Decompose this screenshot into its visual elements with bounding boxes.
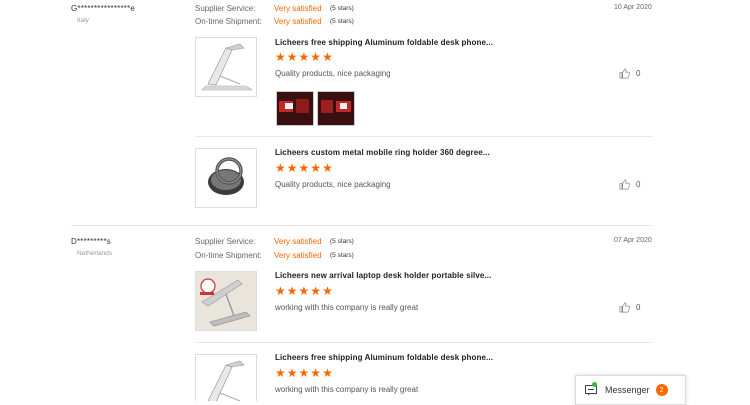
star-icon: ★ [298, 366, 310, 380]
messenger-button[interactable]: Messenger 2 [575, 375, 686, 405]
ring-holder-image [196, 149, 256, 207]
product-rating-stars: ★ ★ ★ ★ ★ [275, 367, 333, 379]
review-photo-image [277, 92, 313, 125]
like-count: 0 [636, 180, 641, 189]
buyer-name: G****************e [71, 4, 136, 13]
review-comment: Quality products, nice packaging [275, 180, 391, 189]
on-time-shipment-value: Very satisfied [274, 17, 322, 26]
star-icon: ★ [310, 50, 322, 64]
review-divider [71, 225, 653, 226]
star-icon: ★ [322, 366, 333, 380]
star-icon: ★ [322, 284, 333, 298]
star-icon: ★ [275, 50, 286, 64]
divider [195, 342, 653, 343]
star-icon: ★ [275, 366, 286, 380]
review-comment: working with this company is really grea… [275, 385, 419, 394]
online-indicator [592, 381, 597, 387]
product-rating-stars: ★ ★ ★ ★ ★ [275, 162, 333, 174]
star-icon: ★ [310, 366, 322, 380]
star-icon: ★ [310, 284, 322, 298]
product-thumbnail[interactable] [195, 354, 257, 401]
like-count: 0 [636, 69, 641, 78]
review-date: 07 Apr 2020 [614, 237, 652, 244]
supplier-service-label: Supplier Service: [195, 4, 256, 13]
star-icon: ★ [275, 161, 286, 175]
product-title[interactable]: Licheers free shipping Aluminum foldable… [275, 38, 493, 47]
supplier-service-value: Very satisfied [274, 4, 322, 13]
product-thumbnail[interactable] [195, 271, 257, 331]
product-thumbnail[interactable] [195, 37, 257, 97]
like-count: 0 [636, 303, 641, 312]
star-icon: ★ [286, 366, 298, 380]
buyer-country: Italy [77, 17, 89, 24]
divider [195, 136, 653, 137]
supplier-service-stars: (5 stars) [330, 238, 354, 245]
star-icon: ★ [298, 284, 310, 298]
laptop-stand-image [196, 272, 256, 330]
product-rating-stars: ★ ★ ★ ★ ★ [275, 285, 333, 297]
star-icon: ★ [275, 284, 286, 298]
star-icon: ★ [286, 284, 298, 298]
thumbs-up-icon [619, 302, 630, 313]
messenger-label: Messenger [605, 385, 650, 395]
supplier-service-stars: (5 stars) [330, 5, 354, 12]
buyer-country: Netherlands [77, 250, 113, 257]
chat-icon [585, 381, 597, 396]
product-thumbnail[interactable] [195, 148, 257, 208]
star-icon: ★ [322, 161, 333, 175]
product-rating-stars: ★ ★ ★ ★ ★ [275, 51, 333, 63]
on-time-shipment-stars: (5 stars) [330, 252, 354, 259]
review-photo[interactable] [317, 91, 355, 126]
buyer-name: D*********s [71, 237, 111, 246]
like-button[interactable]: 0 [619, 302, 640, 313]
product-title[interactable]: Licheers new arrival laptop desk holder … [275, 271, 491, 280]
thumbs-up-icon [619, 68, 630, 79]
supplier-service-label: Supplier Service: [195, 237, 256, 246]
supplier-service-value: Very satisfied [274, 237, 322, 246]
review-photo-image [318, 92, 354, 125]
review-comment: working with this company is really grea… [275, 303, 419, 312]
review-photo[interactable] [276, 91, 314, 126]
star-icon: ★ [286, 161, 298, 175]
star-icon: ★ [298, 161, 310, 175]
like-button[interactable]: 0 [619, 68, 640, 79]
on-time-shipment-label: On-time Shipment: [195, 251, 262, 260]
review-date: 10 Apr 2020 [614, 4, 652, 11]
unread-badge: 2 [655, 384, 668, 396]
folding-phone-stand-image [196, 355, 256, 401]
star-icon: ★ [322, 50, 333, 64]
like-button[interactable]: 0 [619, 179, 640, 190]
on-time-shipment-stars: (5 stars) [330, 18, 354, 25]
on-time-shipment-label: On-time Shipment: [195, 17, 262, 26]
on-time-shipment-value: Very satisfied [274, 251, 322, 260]
folding-phone-stand-image [196, 38, 256, 96]
thumbs-up-icon [619, 179, 630, 190]
star-icon: ★ [286, 50, 298, 64]
star-icon: ★ [298, 50, 310, 64]
review-comment: Quality products, nice packaging [275, 69, 391, 78]
star-icon: ★ [310, 161, 322, 175]
product-title[interactable]: Licheers free shipping Aluminum foldable… [275, 353, 493, 362]
product-title[interactable]: Licheers custom metal mobile ring holder… [275, 148, 490, 157]
